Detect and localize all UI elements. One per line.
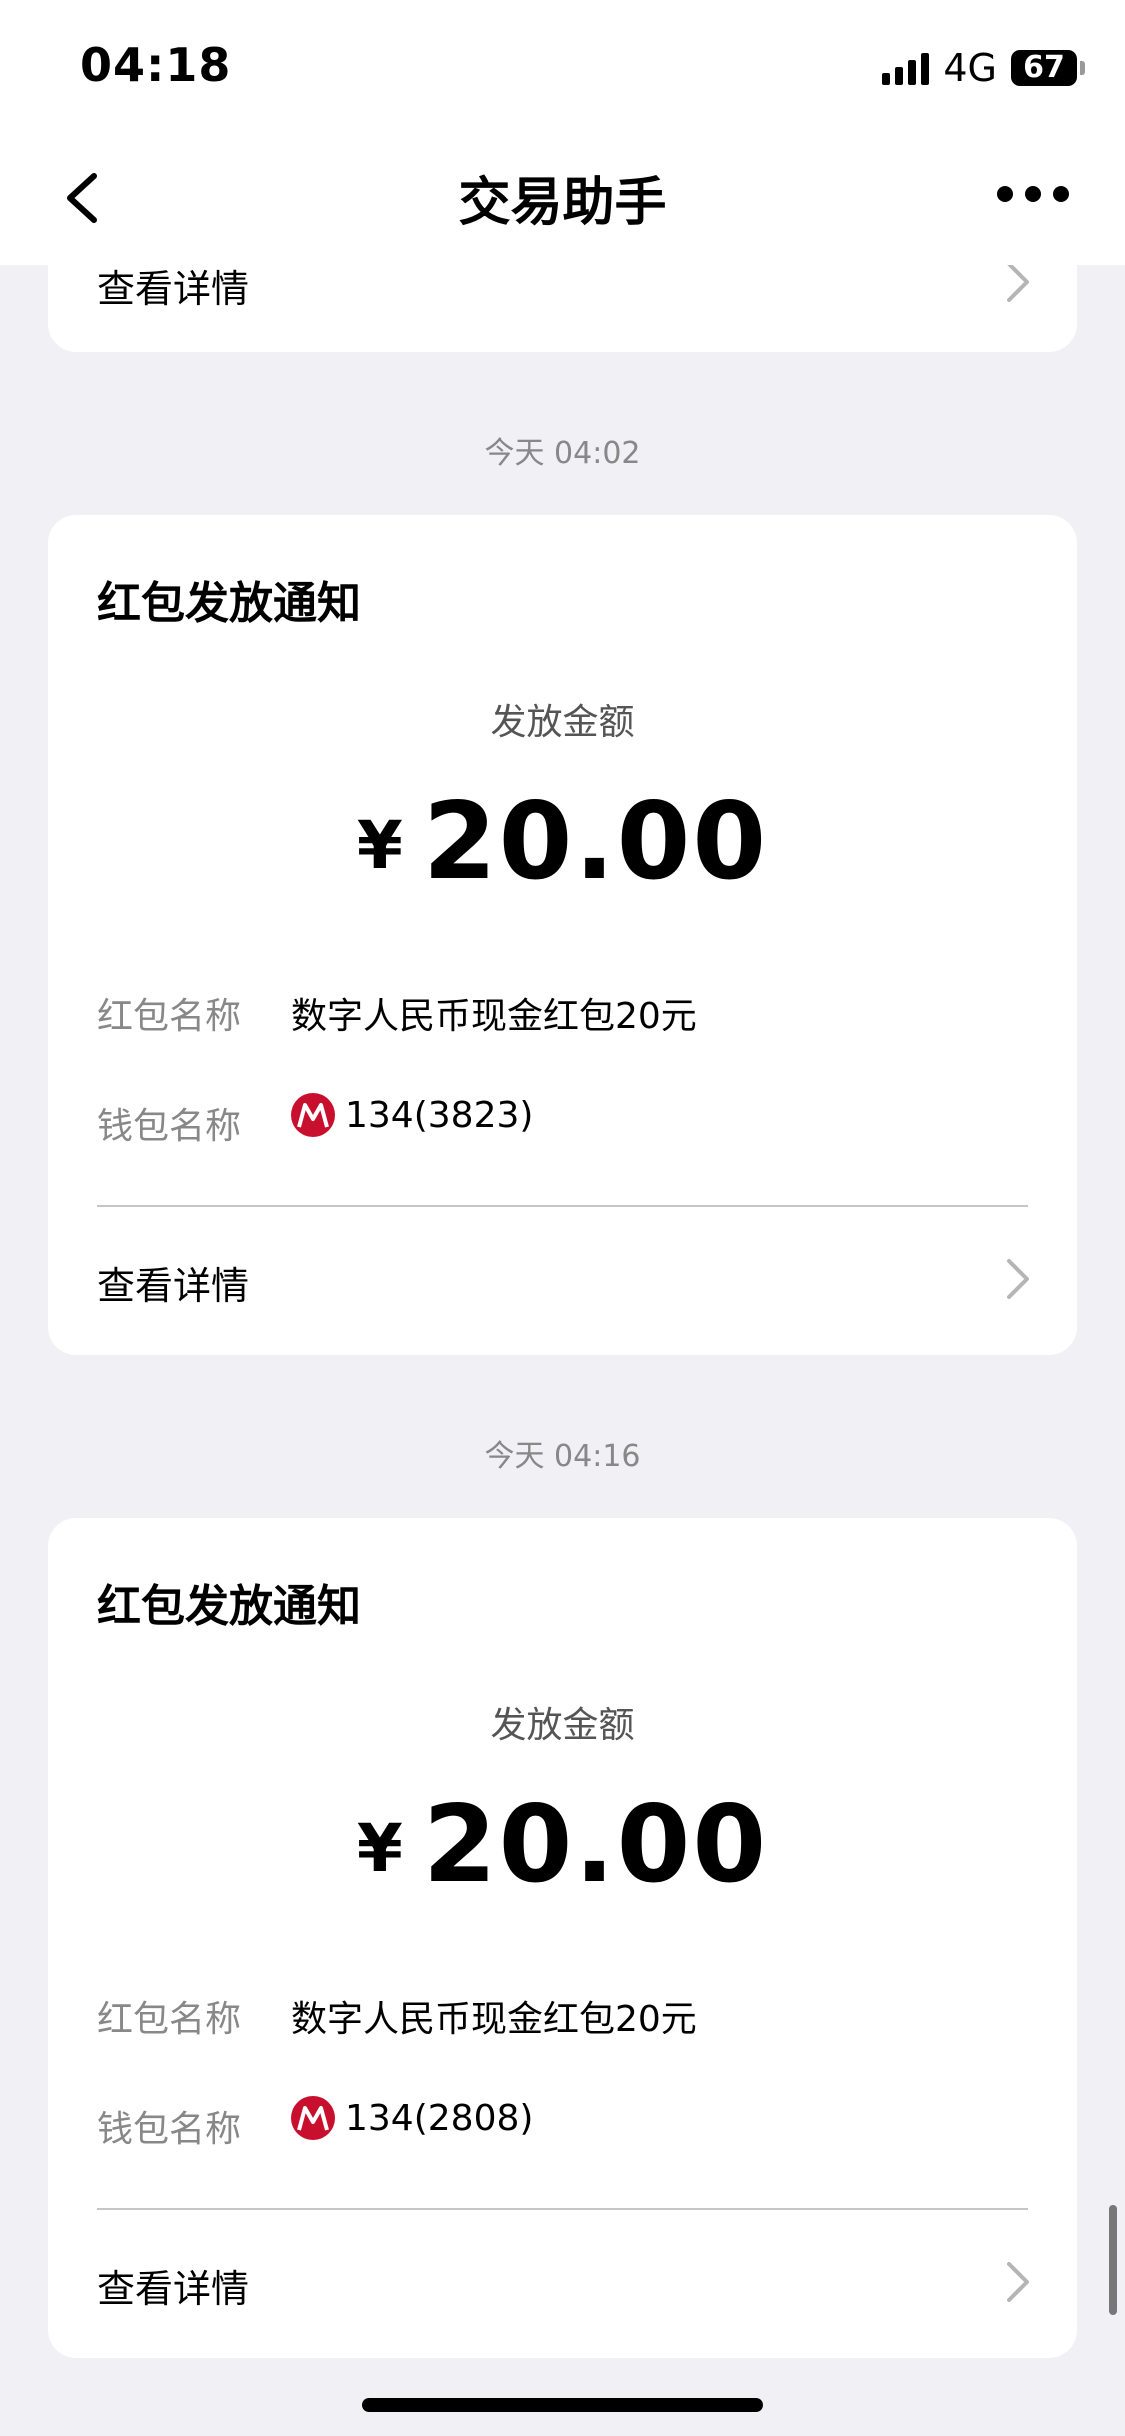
message-card: 红包发放通知 发放金额 ¥20.00 红包名称 数字人民币现金红包20元 钱包名… [48, 515, 1077, 1355]
wallet-name-value: 134(2808) [291, 2096, 533, 2140]
battery-icon: 67 [1011, 50, 1085, 86]
amount-display: ¥20.00 [48, 780, 1077, 903]
chevron-right-icon[interactable] [1003, 260, 1033, 304]
red-packet-name-text: 数字人民币现金红包20元 [291, 1999, 697, 2040]
divider [97, 1205, 1028, 1207]
message-timestamp: 今天 04:02 [484, 436, 641, 471]
view-details-link[interactable]: 查看详情 [97, 1255, 249, 1310]
chevron-right-icon[interactable] [1003, 1257, 1033, 1301]
red-packet-name-label: 红包名称 [97, 996, 242, 1037]
wallet-name-text: 134(2808) [345, 2097, 534, 2139]
card-title: 红包发放通知 [97, 1581, 361, 1632]
scrollbar[interactable] [1109, 2205, 1117, 2315]
wallet-name-text: 134(3823) [345, 1094, 534, 1136]
wallet-name-label: 钱包名称 [97, 1106, 242, 1147]
status-time: 04:18 [80, 38, 232, 92]
status-bar: 04:18 4G 67 [0, 0, 1125, 130]
network-label: 4G [943, 46, 997, 90]
amount-label: 发放金额 [490, 1705, 635, 1746]
message-timestamp: 今天 04:16 [484, 1439, 641, 1474]
signal-icon [882, 51, 930, 85]
amount-label: 发放金额 [490, 702, 635, 743]
wallet-name-label: 钱包名称 [97, 2109, 242, 2150]
amount-value: 20.00 [422, 1783, 769, 1906]
divider [97, 2208, 1028, 2210]
amount-value: 20.00 [422, 780, 769, 903]
more-icon[interactable] [997, 186, 1069, 202]
red-packet-name-value: 数字人民币现金红包20元 [291, 1990, 697, 2042]
bank-logo-icon [291, 2096, 335, 2140]
chevron-right-icon[interactable] [1003, 2260, 1033, 2304]
red-packet-name-text: 数字人民币现金红包20元 [291, 996, 697, 1037]
card-title: 红包发放通知 [97, 578, 361, 629]
view-details-link[interactable]: 查看详情 [97, 2258, 249, 2313]
red-packet-name-value: 数字人民币现金红包20元 [291, 987, 697, 1039]
bank-logo-icon [291, 1093, 335, 1137]
message-card: 红包发放通知 发放金额 ¥20.00 红包名称 数字人民币现金红包20元 钱包名… [48, 1518, 1077, 2358]
currency-symbol: ¥ [356, 807, 403, 884]
red-packet-name-label: 红包名称 [97, 1999, 242, 2040]
page-title: 交易助手 [458, 173, 667, 233]
wallet-name-value: 134(3823) [291, 1093, 533, 1137]
amount-display: ¥20.00 [48, 1783, 1077, 1906]
currency-symbol: ¥ [356, 1810, 403, 1887]
status-indicators: 4G 67 [882, 46, 1085, 90]
home-indicator[interactable] [362, 2398, 763, 2412]
nav-bar: 交易助手 [0, 130, 1125, 265]
view-details-link[interactable]: 查看详情 [97, 258, 249, 313]
